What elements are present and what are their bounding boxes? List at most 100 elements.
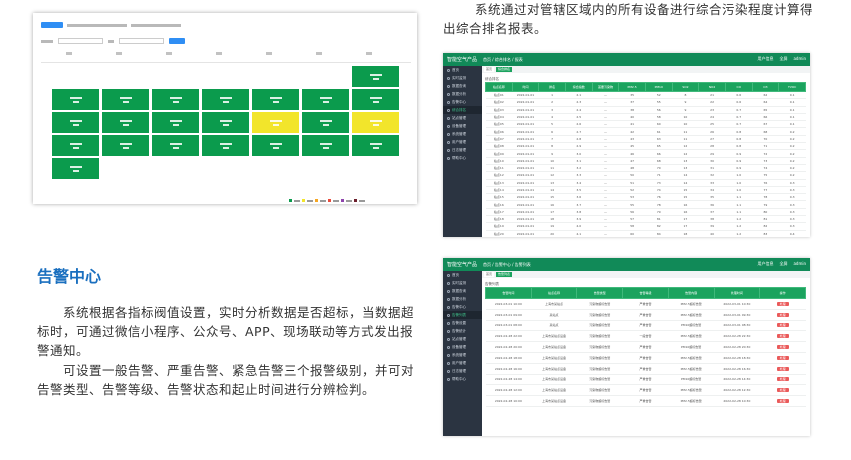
user-info[interactable]: 用户信息	[757, 56, 773, 62]
table-row[interactable]: 站点20 2022-01-01 20 4.1—60 84 18 40 1.2 83 0.4	[485, 230, 806, 237]
grid-cell[interactable]	[201, 88, 250, 111]
column-header[interactable]: PM10	[644, 82, 673, 92]
sidebar-item[interactable]: 数据查询	[443, 82, 482, 90]
handle-alarm-button[interactable]: 处理	[776, 377, 789, 382]
grid-cell[interactable]	[51, 88, 100, 111]
column-header[interactable]: 操作	[759, 287, 806, 299]
fullscreen-icon[interactable]: 全屏	[779, 56, 787, 62]
tab[interactable]: 告警列表	[496, 272, 513, 277]
handle-alarm-button[interactable]: 处理	[776, 312, 789, 317]
table-row[interactable]: 2022-03-01 08:00 某站点 污染物超标告警 严重告警 PM10超标告警 20…	[485, 320, 806, 332]
column-header[interactable]: 时间	[511, 82, 540, 92]
sidebar-item[interactable]: 帮助中心	[443, 375, 482, 383]
table-row[interactable]: 2022-02-28 18:00 上海市某站点设备 污染物超标告警 严重告警 PM2.5…	[485, 352, 806, 364]
table-row[interactable]: 站点03 2022-01-01 3 2.4—38 56 9 23 0.7 65 0.1	[485, 106, 806, 114]
table-row[interactable]: 站点06 2022-01-01 6 2.7—42 61 11 26 0.8 68 0.2	[485, 127, 806, 136]
table-row[interactable]: 站点04 2022-01-01 4 2.5—40 58 10 24 0.7 66 0.1	[485, 113, 806, 122]
table-row[interactable]: 站点05 2022-01-01 5 2.6—41 60 10 25 0.7 67 0.1	[485, 120, 806, 129]
grid-cell[interactable]	[351, 88, 400, 111]
table-row[interactable]: 站点10 2022-01-01 10 3.1—47 68 13 30 0.9 73 0.2	[485, 157, 806, 165]
column-header[interactable]: 站点名称	[530, 287, 578, 299]
tab[interactable]: 首页	[484, 272, 495, 277]
sidebar-item[interactable]: 告警中心	[443, 303, 482, 311]
sidebar-item[interactable]: 设备管理	[443, 122, 482, 130]
grid-cell[interactable]	[251, 88, 300, 111]
grid-cell[interactable]	[101, 134, 150, 157]
sidebar-item[interactable]: 帮助中心	[443, 154, 482, 162]
filter-search-button[interactable]	[169, 38, 185, 44]
table-row[interactable]: 2022-03-01 09:00 某站点 污染物超标告警 严重告警 PM2.5超标告警 2…	[485, 309, 806, 321]
column-header[interactable]: 排名	[538, 82, 566, 92]
user-avatar[interactable]: admin	[793, 56, 806, 62]
table-row[interactable]: 站点08 2022-01-01 8 2.9—45 65 12 28 0.8 71 0.2	[485, 142, 806, 151]
column-header[interactable]: 告警等级	[622, 287, 669, 299]
sidebar-item[interactable]: 站点管理	[443, 114, 482, 122]
column-header[interactable]: NO2	[698, 82, 726, 92]
user-avatar[interactable]: admin	[793, 261, 806, 267]
table-row[interactable]: 站点11 2022-01-01 11 3.2—48 70 13 31 0.9 74 0.2	[485, 164, 806, 173]
sidebar-item[interactable]: 实时监测	[443, 74, 482, 82]
column-header[interactable]: 告警类型	[576, 287, 624, 299]
grid-cell[interactable]	[51, 157, 100, 180]
grid-cell[interactable]	[351, 65, 400, 88]
table-row[interactable]: 站点16 2022-01-01 16 3.7—55 78 16 36 1.1 79 0.3	[485, 200, 806, 209]
column-header[interactable]: SO2	[671, 82, 700, 92]
grid-cell[interactable]	[151, 134, 200, 157]
sidebar-item[interactable]: 数据分析	[443, 295, 482, 303]
tab[interactable]: 综合排名	[496, 67, 513, 72]
sidebar-item[interactable]: 综合排名	[443, 106, 482, 114]
tab[interactable]: 首页	[484, 67, 495, 72]
grid-cell[interactable]	[251, 111, 300, 134]
table-row[interactable]: 2022-02-28 12:00 上海市某站点设备 污染物超标告警 严重告警 PM2.5…	[485, 384, 806, 397]
sidebar-item[interactable]: 数据分析	[443, 90, 482, 98]
grid-cell[interactable]	[51, 111, 100, 134]
grid-cell[interactable]	[201, 134, 250, 157]
table-row[interactable]: 2022-02-28 22:00 上海市某站点设备 污染物超标告警 一般告警 PM2.5…	[485, 330, 806, 343]
table-row[interactable]: 站点14 2022-01-01 14 3.5—52 74 15 34 1.0 77 0.3	[485, 186, 806, 195]
grid-cell[interactable]	[301, 134, 350, 157]
grid-cell[interactable]	[151, 88, 200, 111]
grid-cell[interactable]	[51, 134, 100, 157]
column-header[interactable]: PM2.5	[618, 82, 646, 92]
user-info[interactable]: 用户信息	[757, 261, 773, 267]
table-row[interactable]: 站点13 2022-01-01 13 3.4—51 73 14 33 1.0 76 0.3	[485, 179, 806, 187]
handle-alarm-button[interactable]: 处理	[776, 301, 789, 306]
handle-alarm-button[interactable]: 处理	[776, 366, 789, 371]
grid-cell[interactable]	[351, 134, 400, 157]
column-header[interactable]: 首要污染物	[591, 82, 620, 92]
sidebar-item[interactable]: 告警列表	[443, 311, 482, 319]
table-row[interactable]: 站点19 2022-01-01 19 4.0—58 82 17 39 1.2 82 0.3	[485, 222, 806, 231]
handle-alarm-button[interactable]: 处理	[776, 399, 789, 404]
handle-alarm-button[interactable]: 处理	[776, 323, 789, 328]
filter-input[interactable]	[119, 38, 164, 44]
sidebar-item[interactable]: 用户管理	[443, 138, 482, 146]
column-header[interactable]: O3	[751, 82, 780, 92]
sidebar-item[interactable]: 站点管理	[443, 335, 482, 343]
handle-alarm-button[interactable]: 处理	[776, 355, 789, 360]
sidebar-item[interactable]: 告警中心	[443, 98, 482, 106]
sidebar-item[interactable]: 实时监测	[443, 279, 482, 287]
table-row[interactable]: 2022-03-01 10:00 上海市某站点 污染物超标告警 严重告警 PM2.5超标…	[485, 298, 806, 310]
sidebar-item[interactable]: 设备管理	[443, 343, 482, 351]
table-row[interactable]: 2022-02-28 10:00 上海市某站点设备 污染物超标告警 严重告警 PM2.5…	[485, 395, 806, 407]
table-row[interactable]: 站点07 2022-01-01 7 2.8—43 63 11 27 0.8 70 0.2	[485, 135, 806, 144]
column-header[interactable]: 站点名称	[485, 82, 513, 92]
column-header[interactable]: 告警时间	[485, 287, 532, 299]
grid-map-query-button[interactable]	[41, 22, 63, 28]
sidebar-item[interactable]: 日志管理	[443, 146, 482, 154]
column-header[interactable]: 告警内容	[667, 287, 715, 299]
table-row[interactable]: 2022-02-28 16:00 上海市某站点设备 污染物超标告警 严重告警 PM2.5…	[485, 363, 806, 375]
grid-cell[interactable]	[101, 88, 150, 111]
sidebar-item[interactable]: 告警统计	[443, 327, 482, 335]
filter-input[interactable]	[58, 38, 103, 44]
table-row[interactable]: 2022-02-28 14:00 上海市某站点设备 污染物超标告警 严重告警 PM10超…	[485, 374, 806, 386]
column-header[interactable]: CO	[724, 82, 753, 92]
handle-alarm-button[interactable]: 处理	[776, 345, 789, 350]
grid-cell[interactable]	[101, 111, 150, 134]
grid-cell[interactable]	[151, 111, 200, 134]
sidebar-item[interactable]: 系统管理	[443, 351, 482, 359]
grid-cell[interactable]	[351, 111, 400, 134]
table-row[interactable]: 2022-02-28 20:00 上海市某站点设备 污染物超标告警 严重告警 PM10超…	[485, 341, 806, 353]
handle-alarm-button[interactable]: 处理	[776, 334, 789, 339]
grid-cell[interactable]	[251, 134, 300, 157]
